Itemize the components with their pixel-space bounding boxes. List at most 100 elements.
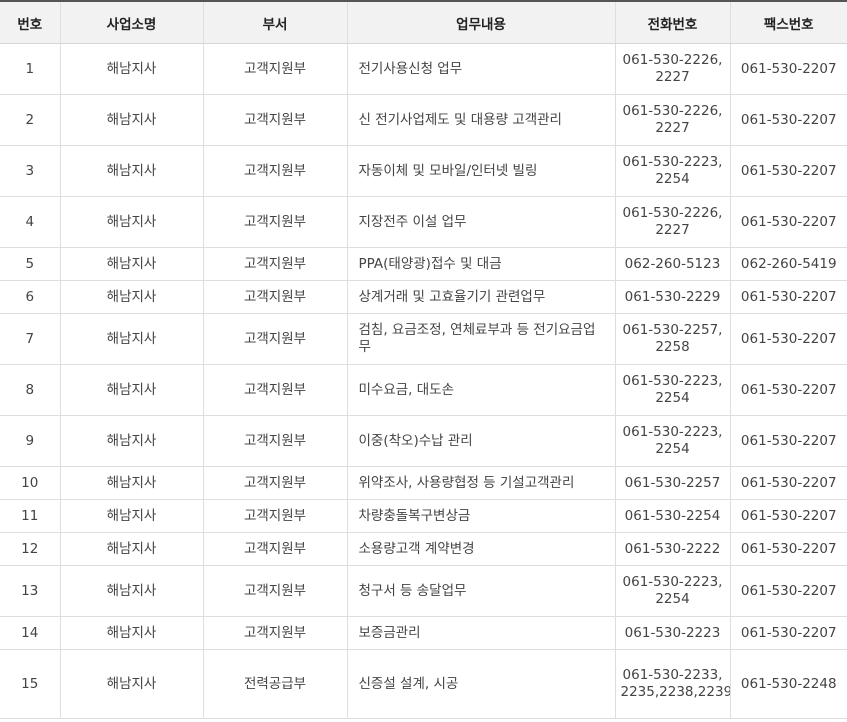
- cell-no: 6: [0, 280, 60, 314]
- cell-tel: 061-530-2254: [614, 499, 730, 533]
- cell-no: 7: [0, 313, 60, 365]
- header-work: 업무내용: [346, 1, 615, 44]
- cell-work: 소용량고객 계약변경: [346, 532, 615, 566]
- cell-office: 해남지사: [59, 616, 203, 650]
- cell-office: 해남지사: [59, 313, 203, 365]
- cell-office: 해남지사: [59, 499, 203, 533]
- cell-work: 미수요금, 대도손: [346, 364, 615, 416]
- cell-dept: 고객지원부: [202, 415, 347, 467]
- cell-fax: 061-530-2207: [729, 364, 847, 416]
- cell-dept: 고객지원부: [202, 565, 347, 617]
- table-row: 15 해남지사 전력공급부 신증설 설계, 시공 061-530-2233, 2…: [0, 649, 847, 719]
- header-row: 번호 사업소명 부서 업무내용 전화번호 팩스번호: [0, 1, 847, 44]
- cell-dept: 고객지원부: [202, 43, 347, 95]
- cell-no: 11: [0, 499, 60, 533]
- contact-table: 번호 사업소명 부서 업무내용 전화번호 팩스번호 1 해남지사 고객지원부 전…: [0, 0, 847, 719]
- cell-work: 자동이체 및 모바일/인터넷 빌링: [346, 145, 615, 197]
- header-dept: 부서: [202, 1, 347, 44]
- cell-office: 해남지사: [59, 43, 203, 95]
- cell-office: 해남지사: [59, 196, 203, 248]
- table-row: 13 해남지사 고객지원부 청구서 등 송달업무 061-530-2223, 2…: [0, 565, 847, 617]
- cell-fax: 061-530-2207: [729, 280, 847, 314]
- cell-office: 해남지사: [59, 415, 203, 467]
- cell-no: 3: [0, 145, 60, 197]
- cell-fax: 061-530-2207: [729, 565, 847, 617]
- cell-work: 위약조사, 사용량협정 등 기설고객관리: [346, 466, 615, 500]
- cell-office: 해남지사: [59, 466, 203, 500]
- table-header: 번호 사업소명 부서 업무내용 전화번호 팩스번호: [0, 1, 847, 44]
- cell-dept: 고객지원부: [202, 145, 347, 197]
- cell-work: 전기사용신청 업무: [346, 43, 615, 95]
- cell-office: 해남지사: [59, 649, 203, 719]
- cell-no: 15: [0, 649, 60, 719]
- cell-tel: 061-530-2226, 2227: [614, 43, 730, 95]
- header-tel: 전화번호: [614, 1, 730, 44]
- cell-office: 해남지사: [59, 532, 203, 566]
- cell-dept: 전력공급부: [202, 649, 347, 719]
- cell-work: 신 전기사업제도 및 대용량 고객관리: [346, 94, 615, 146]
- table-body: 1 해남지사 고객지원부 전기사용신청 업무 061-530-2226, 222…: [0, 43, 847, 719]
- cell-fax: 061-530-2207: [729, 499, 847, 533]
- table-row: 9 해남지사 고객지원부 이중(착오)수납 관리 061-530-2223, 2…: [0, 415, 847, 467]
- table-row: 1 해남지사 고객지원부 전기사용신청 업무 061-530-2226, 222…: [0, 43, 847, 95]
- cell-office: 해남지사: [59, 145, 203, 197]
- cell-office: 해남지사: [59, 364, 203, 416]
- cell-tel: 061-530-2223: [614, 616, 730, 650]
- cell-tel: 062-260-5123: [614, 247, 730, 281]
- cell-no: 13: [0, 565, 60, 617]
- cell-dept: 고객지원부: [202, 532, 347, 566]
- cell-work: 지장전주 이설 업무: [346, 196, 615, 248]
- table-row: 8 해남지사 고객지원부 미수요금, 대도손 061-530-2223, 225…: [0, 364, 847, 416]
- cell-tel: 061-530-2229: [614, 280, 730, 314]
- table-row: 14 해남지사 고객지원부 보증금관리 061-530-2223 061-530…: [0, 616, 847, 650]
- cell-no: 2: [0, 94, 60, 146]
- cell-work: 상계거래 및 고효율기기 관련업무: [346, 280, 615, 314]
- cell-office: 해남지사: [59, 94, 203, 146]
- cell-no: 9: [0, 415, 60, 467]
- cell-work: 차량충돌복구변상금: [346, 499, 615, 533]
- cell-tel: 061-530-2257: [614, 466, 730, 500]
- cell-fax: 061-530-2207: [729, 196, 847, 248]
- cell-work: 검침, 요금조정, 연체료부과 등 전기요금업무: [346, 313, 615, 365]
- table-row: 4 해남지사 고객지원부 지장전주 이설 업무 061-530-2226, 22…: [0, 196, 847, 248]
- cell-work: 청구서 등 송달업무: [346, 565, 615, 617]
- cell-fax: 061-530-2207: [729, 466, 847, 500]
- table-row: 6 해남지사 고객지원부 상계거래 및 고효율기기 관련업무 061-530-2…: [0, 280, 847, 314]
- cell-fax: 061-530-2207: [729, 313, 847, 365]
- cell-tel: 061-530-2257, 2258: [614, 313, 730, 365]
- cell-dept: 고객지원부: [202, 196, 347, 248]
- table-row: 5 해남지사 고객지원부 PPA(태양광)접수 및 대금 062-260-512…: [0, 247, 847, 281]
- cell-tel: 061-530-2222: [614, 532, 730, 566]
- cell-no: 10: [0, 466, 60, 500]
- table-row: 7 해남지사 고객지원부 검침, 요금조정, 연체료부과 등 전기요금업무 06…: [0, 313, 847, 365]
- cell-no: 4: [0, 196, 60, 248]
- cell-fax: 061-530-2207: [729, 532, 847, 566]
- cell-no: 1: [0, 43, 60, 95]
- cell-dept: 고객지원부: [202, 364, 347, 416]
- cell-tel: 061-530-2223, 2254: [614, 415, 730, 467]
- cell-tel: 061-530-2223, 2254: [614, 565, 730, 617]
- cell-work: 이중(착오)수납 관리: [346, 415, 615, 467]
- cell-office: 해남지사: [59, 565, 203, 617]
- cell-tel: 061-530-2233, 2235,2238,2239: [614, 649, 730, 719]
- cell-tel: 061-530-2226, 2227: [614, 94, 730, 146]
- table-row: 11 해남지사 고객지원부 차량충돌복구변상금 061-530-2254 061…: [0, 499, 847, 533]
- cell-tel: 061-530-2223, 2254: [614, 145, 730, 197]
- table-row: 2 해남지사 고객지원부 신 전기사업제도 및 대용량 고객관리 061-530…: [0, 94, 847, 146]
- table-row: 10 해남지사 고객지원부 위약조사, 사용량협정 등 기설고객관리 061-5…: [0, 466, 847, 500]
- cell-dept: 고객지원부: [202, 499, 347, 533]
- cell-fax: 061-530-2207: [729, 145, 847, 197]
- cell-work: PPA(태양광)접수 및 대금: [346, 247, 615, 281]
- cell-fax: 061-530-2207: [729, 43, 847, 95]
- cell-dept: 고객지원부: [202, 94, 347, 146]
- cell-work: 보증금관리: [346, 616, 615, 650]
- header-no: 번호: [0, 1, 60, 44]
- header-fax: 팩스번호: [729, 1, 847, 44]
- cell-dept: 고객지원부: [202, 247, 347, 281]
- cell-office: 해남지사: [59, 247, 203, 281]
- cell-dept: 고객지원부: [202, 313, 347, 365]
- cell-no: 14: [0, 616, 60, 650]
- cell-dept: 고객지원부: [202, 616, 347, 650]
- cell-fax: 062-260-5419: [729, 247, 847, 281]
- cell-no: 5: [0, 247, 60, 281]
